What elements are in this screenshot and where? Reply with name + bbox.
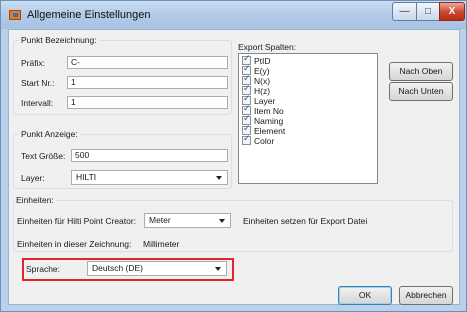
- sprache-highlight-frame: [22, 258, 234, 281]
- minimize-button[interactable]: —: [392, 2, 417, 21]
- praefix-field[interactable]: C-: [67, 56, 228, 69]
- abbrechen-button[interactable]: Abbrechen: [399, 286, 453, 305]
- settings-window: Allgemeine Einstellungen — □ X Punkt Bez…: [0, 0, 467, 312]
- checkbox-icon[interactable]: [242, 134, 251, 145]
- creator-units-label: Einheiten für Hilti Point Creator:: [17, 216, 137, 226]
- export-spalten-list[interactable]: PtID E(y) N(x) H(z) Layer Item No: [238, 53, 378, 184]
- export-units-label: Einheiten setzen für Export Datei: [243, 216, 368, 226]
- ok-button[interactable]: OK: [338, 286, 392, 305]
- nach-oben-button[interactable]: Nach Oben: [389, 62, 453, 81]
- einheiten-label: Einheiten:: [14, 195, 56, 205]
- intervall-label: Intervall:: [21, 98, 54, 108]
- drawing-units-label: Einheiten in dieser Zeichnung:: [17, 239, 132, 249]
- startnr-field[interactable]: 1: [67, 76, 228, 89]
- export-spalten-label: Export Spalten:: [238, 42, 297, 52]
- layer-label: Layer:: [21, 173, 45, 183]
- einheiten-group: Einheiten: Einheiten für Hilti Point Cre…: [13, 195, 453, 252]
- intervall-field[interactable]: 1: [67, 96, 228, 109]
- chevron-down-icon: [216, 176, 222, 180]
- punkt-anzeige-label: Punkt Anzeige:: [19, 129, 80, 139]
- startnr-label: Start Nr.:: [21, 78, 55, 88]
- textgroesse-field[interactable]: 500: [71, 149, 228, 162]
- layer-select[interactable]: HILTI: [71, 170, 228, 185]
- punkt-bezeichnung-group: Punkt Bezeichnung: Präfix: C- Start Nr.:…: [13, 35, 232, 115]
- app-icon: [9, 10, 21, 20]
- punkt-bezeichnung-label: Punkt Bezeichnung:: [19, 35, 99, 45]
- window-title: Allgemeine Einstellungen: [27, 9, 151, 21]
- creator-units-value: Meter: [149, 215, 171, 225]
- punkt-anzeige-group: Punkt Anzeige: Text Größe: 500 Layer: HI…: [13, 129, 232, 189]
- creator-units-select[interactable]: Meter: [144, 213, 231, 228]
- dialog-client-area: Punkt Bezeichnung: Präfix: C- Start Nr.:…: [8, 29, 460, 305]
- nach-unten-button[interactable]: Nach Unten: [389, 82, 453, 101]
- maximize-button[interactable]: □: [416, 2, 440, 21]
- drawing-units-value: Millimeter: [143, 239, 180, 249]
- close-button[interactable]: X: [439, 2, 465, 21]
- textgroesse-label: Text Größe:: [21, 151, 66, 161]
- praefix-label: Präfix:: [21, 58, 46, 68]
- layer-select-value: HILTI: [76, 172, 97, 182]
- chevron-down-icon: [219, 219, 225, 223]
- title-bar[interactable]: Allgemeine Einstellungen — □ X: [1, 1, 466, 29]
